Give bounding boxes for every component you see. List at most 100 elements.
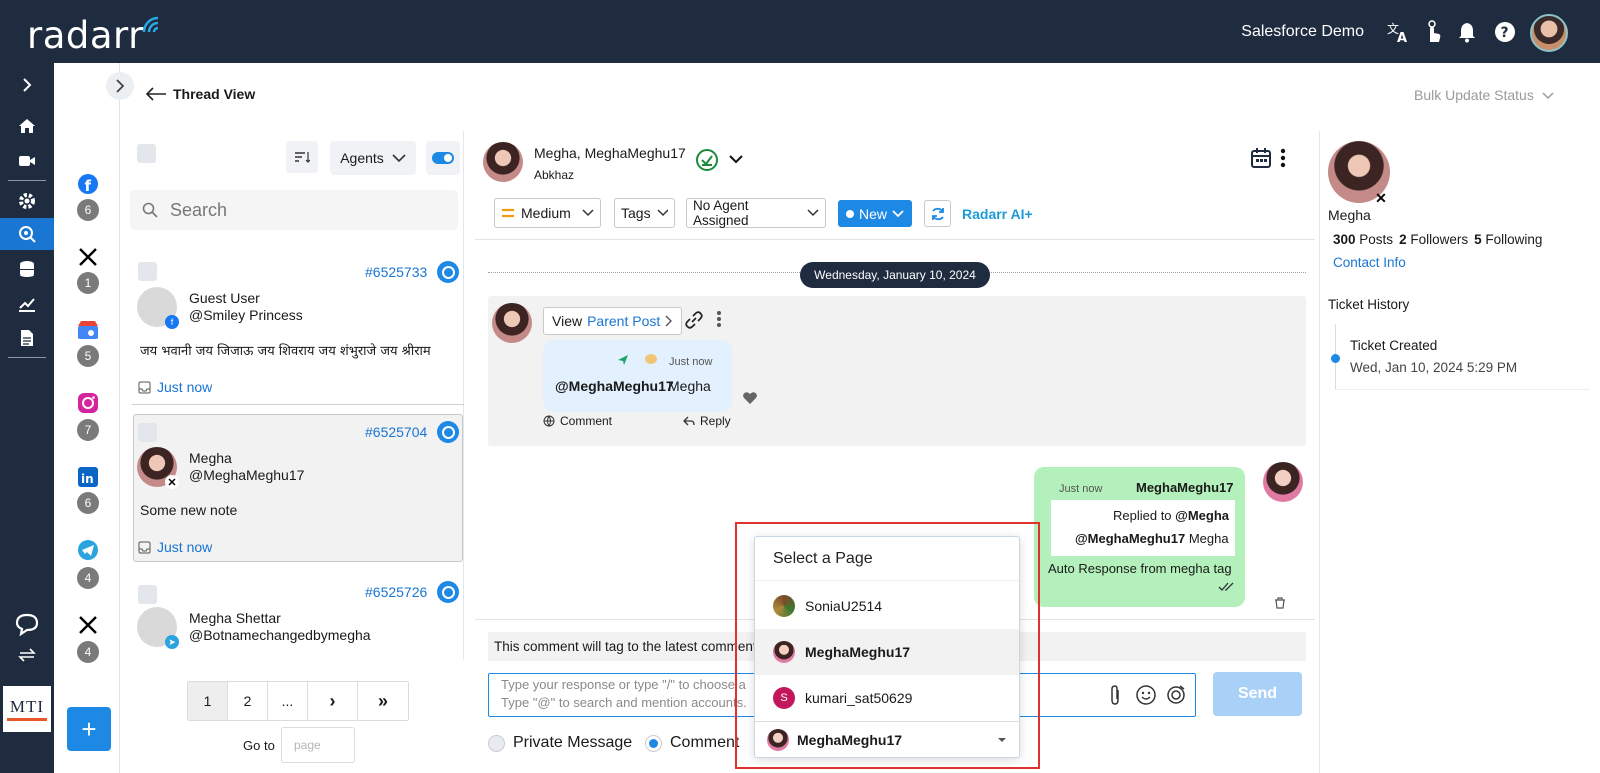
switch-icon[interactable] <box>12 640 42 670</box>
attachment-icon[interactable] <box>1108 684 1122 706</box>
facebook-icon[interactable]: f <box>75 171 101 197</box>
ticket-checkbox[interactable] <box>138 585 157 604</box>
chevron-down-icon <box>582 209 594 217</box>
private-message-option[interactable]: Private Message <box>488 734 632 752</box>
goto-label: Go to <box>243 738 275 753</box>
chevron-down-icon <box>807 209 819 217</box>
profile-panel <box>1319 131 1600 773</box>
view-parent-post-button[interactable]: View Parent Post <box>543 307 683 335</box>
settings-icon[interactable] <box>12 186 42 216</box>
chevron-down-icon[interactable] <box>729 155 743 164</box>
reply-avatar <box>1263 462 1303 502</box>
contact-info-link[interactable]: Contact Info <box>1333 255 1406 270</box>
next-page-button[interactable]: › <box>308 682 358 720</box>
x-badge-icon: ✕ <box>1375 189 1387 206</box>
page-1[interactable]: 1 <box>188 682 228 720</box>
ticket-history-label: Ticket History <box>1328 297 1410 312</box>
google-business-icon[interactable] <box>75 317 101 343</box>
listen-icon[interactable] <box>0 218 54 250</box>
followers-count: 2 <box>1399 232 1407 247</box>
comment-option[interactable]: Comment <box>645 734 739 752</box>
partner-logo-text: MTI <box>9 697 45 716</box>
app-logo[interactable]: radarr <box>27 14 144 57</box>
reply-text: Auto Response from megha tag <box>1048 561 1232 576</box>
instagram-icon[interactable] <box>75 390 101 416</box>
ticket-checkbox[interactable] <box>138 423 157 442</box>
heart-icon[interactable] <box>742 391 758 405</box>
status-dropdown[interactable]: New <box>838 200 912 227</box>
delete-icon[interactable] <box>1274 597 1286 609</box>
collapse-chevron-icon[interactable] <box>12 70 42 100</box>
database-icon[interactable] <box>12 254 42 284</box>
replied-to-name: @Megha <box>1175 508 1230 523</box>
reply-author: MeghaMeghu17 <box>1136 480 1234 495</box>
user-avatar[interactable] <box>1530 14 1568 52</box>
ticket-id[interactable]: #6525726 <box>365 584 427 600</box>
more-vertical-icon[interactable] <box>1280 148 1286 168</box>
radarr-ai-button[interactable]: Radarr AI+ <box>962 206 1033 222</box>
profile-name: Megha <box>1328 207 1371 223</box>
message-handle: @MeghaMeghu17 <box>555 378 674 394</box>
goto-page-input[interactable]: page <box>281 727 355 763</box>
expand-panel-button[interactable] <box>106 72 134 100</box>
history-time: Wed, Jan 10, 2024 5:29 PM <box>1350 360 1518 375</box>
reply-action[interactable]: Reply <box>683 414 731 428</box>
tags-dropdown[interactable]: Tags <box>614 198 675 228</box>
more-vertical-icon[interactable] <box>716 310 722 328</box>
telegram-icon[interactable] <box>75 537 101 563</box>
ticket-text: जय भवानी जय जिजाऊ जय शिवराय जय शंभुराजे … <box>140 344 431 359</box>
comment-action[interactable]: Comment <box>543 414 612 428</box>
translate-icon[interactable]: 文A <box>1385 19 1411 45</box>
last-page-button[interactable]: » <box>358 682 408 720</box>
x-icon[interactable] <box>75 612 101 638</box>
ticket-handle: @Botnamechangedbymegha <box>189 627 371 643</box>
ticket-checkbox[interactable] <box>138 262 157 281</box>
ticket-id[interactable]: #6525704 <box>365 424 427 440</box>
video-icon[interactable] <box>12 146 42 176</box>
reply-time: Just now <box>1059 483 1103 495</box>
radar-waves-icon <box>142 16 159 33</box>
radio-selected <box>645 734 662 752</box>
bulk-update-status[interactable]: Bulk Update Status <box>1414 87 1554 103</box>
thread-view-back[interactable]: Thread View <box>145 86 255 102</box>
linkedin-icon[interactable]: in <box>75 464 101 490</box>
search-input[interactable]: Search <box>130 190 458 230</box>
agents-dropdown[interactable]: Agents <box>330 141 416 175</box>
ticket-id[interactable]: #6525733 <box>365 264 427 280</box>
page-ellipsis[interactable]: ... <box>268 682 308 720</box>
x-icon[interactable] <box>75 244 101 270</box>
private-label: Private Message <box>513 734 633 751</box>
analytics-icon[interactable] <box>12 289 42 319</box>
sort-button[interactable] <box>286 141 318 173</box>
page-2[interactable]: 2 <box>228 682 268 720</box>
chat-bubble-icon[interactable] <box>12 609 42 639</box>
tap-hand-icon[interactable] <box>1420 19 1446 45</box>
calendar-icon[interactable] <box>1250 147 1272 169</box>
bell-icon[interactable] <box>1454 19 1480 45</box>
history-event: Ticket Created <box>1350 338 1438 353</box>
priority-dropdown[interactable]: Medium <box>494 198 601 228</box>
link-icon[interactable] <box>684 310 704 330</box>
add-button[interactable]: + <box>67 707 111 751</box>
divider <box>132 404 464 405</box>
ticket-name: Megha <box>189 450 232 466</box>
resolved-check-icon[interactable] <box>695 148 719 172</box>
reply-label: Reply <box>700 414 731 428</box>
chevron-down-icon <box>1542 92 1554 100</box>
select-all-checkbox[interactable] <box>137 144 156 163</box>
report-icon[interactable] <box>12 323 42 353</box>
org-name[interactable]: Salesforce Demo <box>1241 23 1364 41</box>
replied-to-prefix: Replied to <box>1113 508 1172 523</box>
avatar: f <box>137 287 179 329</box>
x-badge-icon: ✕ <box>165 475 179 489</box>
timeline-dot <box>1331 354 1340 363</box>
ai-rewrite-icon[interactable] <box>1165 684 1187 706</box>
send-button[interactable]: Send <box>1213 672 1302 716</box>
following-count: 5 <box>1474 232 1482 247</box>
refresh-button[interactable] <box>924 200 951 227</box>
agent-assign-dropdown[interactable]: No Agent Assigned <box>686 198 826 228</box>
home-icon[interactable] <box>12 111 42 141</box>
view-toggle[interactable] <box>426 141 460 175</box>
help-icon[interactable]: ? <box>1492 19 1518 45</box>
emoji-icon[interactable] <box>1135 684 1157 706</box>
